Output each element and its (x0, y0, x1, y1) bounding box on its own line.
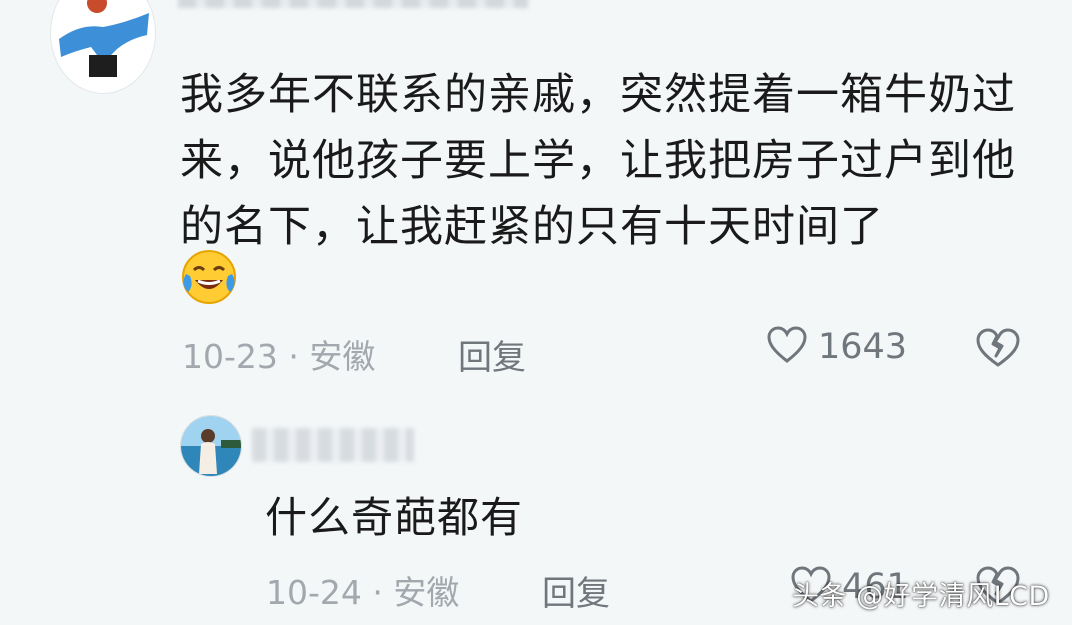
comment-text: 我多年不联系的亲戚，突然提着一箱牛奶过来，说他孩子要上学，让我把房子过户到他的名… (180, 70, 1016, 252)
comment-thread: 我多年不联系的亲戚，突然提着一箱牛奶过来，说他孩子要上学，让我把房子过户到他的名… (0, 0, 1072, 625)
watermark: 头条 @好学清风LCD (792, 581, 1050, 612)
like-button[interactable]: 1643 (766, 326, 907, 368)
reply-button[interactable]: 回复 (458, 330, 526, 379)
like-count: 1643 (818, 327, 908, 367)
avatar[interactable] (50, 0, 156, 94)
dislike-button[interactable] (975, 328, 1021, 372)
reply-date-location: 10-24 · 安徽 (266, 573, 460, 612)
comment-date-location: 10-23 · 安徽 (182, 337, 376, 376)
reply-text: 什么奇葩都有 (265, 493, 524, 542)
reply-avatar[interactable] (180, 415, 242, 477)
heart-outline-icon (766, 326, 808, 368)
reply-username-blurred (252, 428, 414, 462)
laughing-tears-emoji-icon (180, 248, 238, 306)
reply-reply-button[interactable]: 回复 (542, 566, 610, 615)
username-blurred (178, 0, 528, 8)
broken-heart-icon (975, 328, 1021, 372)
